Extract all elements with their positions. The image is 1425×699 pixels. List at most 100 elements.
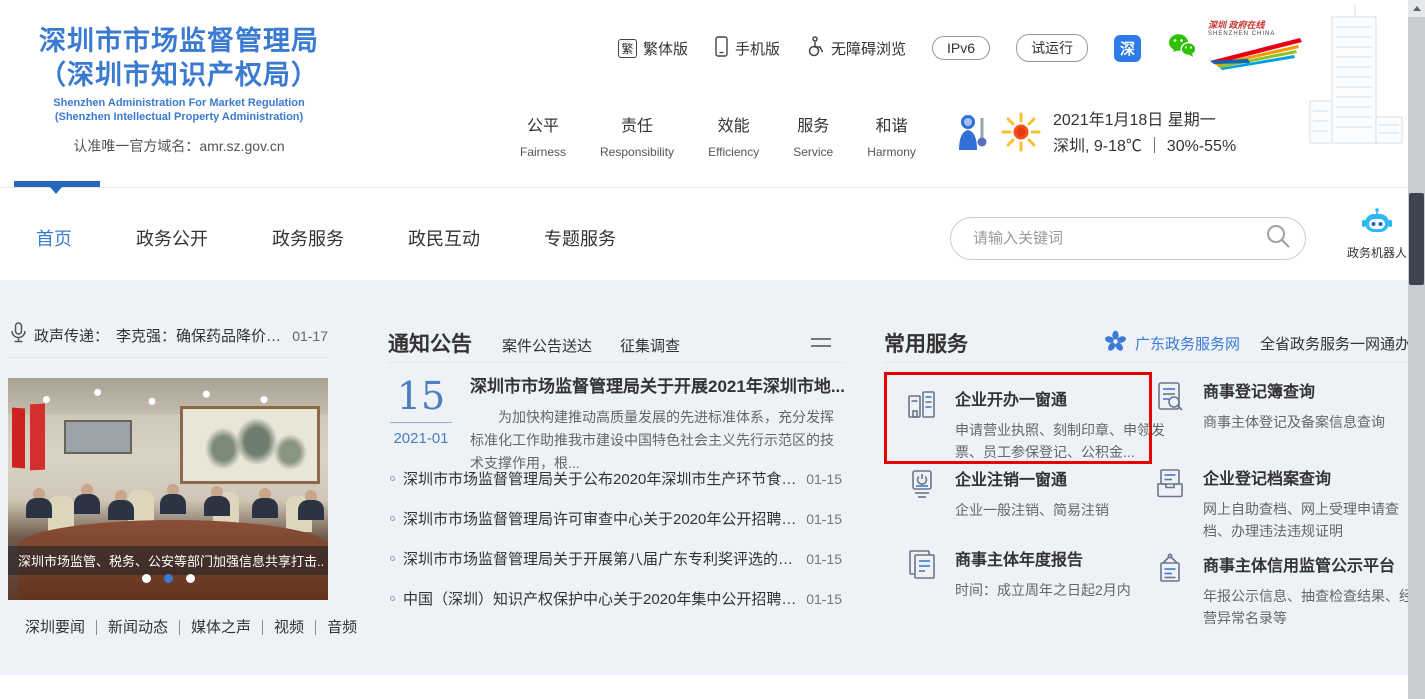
tab-surveys[interactable]: 征集调查 [620, 335, 680, 356]
scrollbar-track[interactable] [1408, 0, 1425, 699]
site-title-en-2: (Shenzhen Intellectual Property Administ… [14, 110, 344, 124]
featured-month: 2021-01 [390, 430, 452, 447]
active-nav-arrow [50, 187, 62, 194]
mobile-version-link[interactable]: 手机版 [714, 36, 780, 61]
bullet-icon [390, 556, 395, 561]
building-sketch [1300, 5, 1412, 160]
nav-special-services[interactable]: 专题服务 [544, 225, 616, 251]
person [108, 490, 134, 520]
notice-row[interactable]: 深圳市市场监督管理局关于开展第八届广东专利奖评选的补...01-15 [390, 548, 842, 569]
featured-title[interactable]: 深圳市市场监督管理局关于开展2021年深圳市地... [470, 376, 845, 398]
link-media-voice[interactable]: 媒体之声 [180, 620, 263, 635]
meeting-screen [64, 420, 132, 454]
scrollbar-up-arrow[interactable] [1408, 0, 1425, 17]
site-title-cn-1: 深圳市市场监督管理局 [14, 24, 344, 58]
link-audio[interactable]: 音频 [316, 620, 368, 635]
core-values: 公平Fairness 责任Responsibility 效能Efficiency… [520, 112, 916, 159]
notice-row[interactable]: 深圳市市场监督管理局关于公布2020年深圳市生产环节食品...01-15 [390, 468, 842, 489]
notice-row[interactable]: 中国（深圳）知识产权保护中心关于2020年集中公开招聘高...01-15 [390, 588, 842, 609]
main-content: 政声传递： 李克强：确保药品降价不降... 01-17 深圳市场监管、税务、公安… [0, 280, 1408, 675]
archive-tray-icon [1152, 465, 1188, 542]
service-archive-search[interactable]: 企业登记档案查询网上自助查档、网上受理申请查档、办理违法违规证明 [1152, 465, 1415, 542]
link-video[interactable]: 视频 [263, 620, 316, 635]
landscape-painting [180, 406, 320, 484]
featured-notice[interactable]: 15 2021-01 深圳市市场监督管理局关于开展2021年深圳市地... 为加… [390, 376, 845, 475]
person [160, 484, 186, 514]
red-flag [30, 404, 45, 471]
accessibility-icon [806, 36, 825, 61]
ipv6-badge[interactable]: IPv6 [932, 36, 990, 60]
person [74, 484, 100, 514]
weather-widget: 2021年1月18日 星期一 深圳, 9-18℃ ｜ 30%-55% [955, 108, 1236, 160]
tab-case-announcements[interactable]: 案件公告送达 [502, 335, 592, 356]
trial-run-badge[interactable]: 试运行 [1016, 34, 1088, 62]
wechat-icon[interactable] [1167, 32, 1197, 64]
service-business-opening[interactable]: 企业开办一窗通申请营业执照、刻制印章、申领发票、员工参保登记、公积金... [904, 386, 1167, 463]
guangdong-gov-service-link[interactable]: 广东政务服务网 [1135, 333, 1240, 354]
carousel-dot-1[interactable] [142, 574, 151, 583]
notices-divider [388, 362, 845, 363]
site-header: 深圳市市场监督管理局 （深圳市知识产权局） Shenzhen Administr… [0, 0, 1425, 187]
bullet-icon [390, 516, 395, 521]
traditional-version-link[interactable]: 繁 繁体版 [618, 38, 688, 59]
shenzhen-china-logo[interactable]: 深圳 政府在线 SHENZHEN CHINA [1208, 18, 1308, 76]
featured-date: 15 2021-01 [390, 376, 452, 475]
voice-news-bar: 政声传递： 李克强：确保药品降价不降... 01-17 [10, 322, 328, 349]
company-building-icon [904, 386, 940, 463]
power-device-icon [904, 466, 940, 521]
person [252, 488, 278, 518]
link-news-updates[interactable]: 新闻动态 [97, 620, 180, 635]
province-one-network-link[interactable]: 全省政务服务一网通办 [1260, 333, 1410, 354]
traditional-icon: 繁 [618, 39, 637, 58]
voice-date: 01-17 [292, 328, 328, 344]
gov-robot-button[interactable]: 政务机器人 [1343, 208, 1411, 261]
homepage: 深圳市市场监督管理局 （深圳市知识产权局） Shenzhen Administr… [0, 0, 1425, 699]
notice-row[interactable]: 深圳市市场监督管理局许可审查中心关于2020年公开招聘医...01-15 [390, 508, 842, 529]
flower-icon [1104, 330, 1127, 357]
service-registry-search[interactable]: 商事登记簿查询商事主体登记及备案信息查询 [1152, 378, 1415, 433]
weather-person-icon [955, 112, 989, 157]
highlight-red-box: 企业开办一窗通申请营业执照、刻制印章、申领发票、员工参保登记、公积金... [884, 372, 1152, 464]
robot-label: 政务机器人 [1343, 244, 1411, 261]
person [26, 488, 52, 518]
carousel-image[interactable]: 深圳市场监管、税务、公安等部门加强信息共享打击.. [8, 378, 328, 600]
service-business-deregistration[interactable]: 企业注销一窗通企业一般注销、简易注销 [904, 466, 1167, 521]
search-input[interactable] [973, 230, 1265, 247]
utility-bar: 繁 繁体版 手机版 无障碍浏览 IPv6 试运行 深 [618, 32, 1197, 64]
featured-summary: 为加快构建推动高质量发展的先进标准体系，充分发挥标准化工作助推我市建设中国特色社… [470, 406, 845, 475]
nav-gov-services[interactable]: 政务服务 [272, 225, 344, 251]
link-shenzhen-news[interactable]: 深圳要闻 [25, 620, 97, 635]
carousel-caption[interactable]: 深圳市场监管、税务、公安等部门加强信息共享打击.. [8, 546, 328, 575]
traditional-label: 繁体版 [643, 38, 688, 59]
accessibility-label: 无障碍浏览 [831, 38, 906, 59]
value-service: 服务Service [793, 112, 833, 159]
voice-headline[interactable]: 李克强：确保药品降价不降... [116, 325, 285, 346]
i-shenzhen-app-icon[interactable]: 深 [1114, 35, 1141, 62]
nav-home[interactable]: 首页 [36, 225, 72, 251]
service-annual-report[interactable]: 商事主体年度报告时间：成立周年之日起2月内 [904, 546, 1167, 601]
weather-info: 深圳, 9-18℃ ｜ 30%-55% [1053, 134, 1236, 160]
search-icon[interactable] [1265, 223, 1291, 254]
site-logo[interactable]: 深圳市市场监督管理局 （深圳市知识产权局） Shenzhen Administr… [14, 24, 344, 156]
carousel-dots [8, 574, 328, 583]
bottom-white-strip [0, 675, 1408, 699]
nav-public-interaction[interactable]: 政民互动 [408, 225, 480, 251]
main-nav: 首页 政务公开 政务服务 政民互动 专题服务 政务机器人 [0, 187, 1425, 280]
scrollbar-thumb[interactable] [1409, 193, 1424, 285]
carousel-dot-2[interactable] [164, 574, 173, 583]
hanging-board-icon [1152, 552, 1188, 629]
accessibility-link[interactable]: 无障碍浏览 [806, 36, 906, 61]
bullet-icon [390, 596, 395, 601]
service-credit-platform[interactable]: 商事主体信用监管公示平台年报公示信息、抽查检查结果、经营异常名录等 [1152, 552, 1415, 629]
site-title-cn-2: （深圳市知识产权局） [14, 58, 344, 92]
notices-more-icon[interactable] [811, 338, 831, 352]
carousel-dot-3[interactable] [186, 574, 195, 583]
value-efficiency: 效能Efficiency [708, 112, 759, 159]
services-title: 常用服务 [884, 328, 968, 358]
value-fairness: 公平Fairness [520, 112, 566, 159]
value-harmony: 和谐Harmony [867, 112, 916, 159]
notices-list: 深圳市市场监督管理局关于公布2020年深圳市生产环节食品...01-15 深圳市… [390, 468, 842, 609]
nav-gov-disclosure[interactable]: 政务公开 [136, 225, 208, 251]
voice-label: 政声传递： [34, 325, 109, 346]
search-bar [950, 217, 1306, 260]
